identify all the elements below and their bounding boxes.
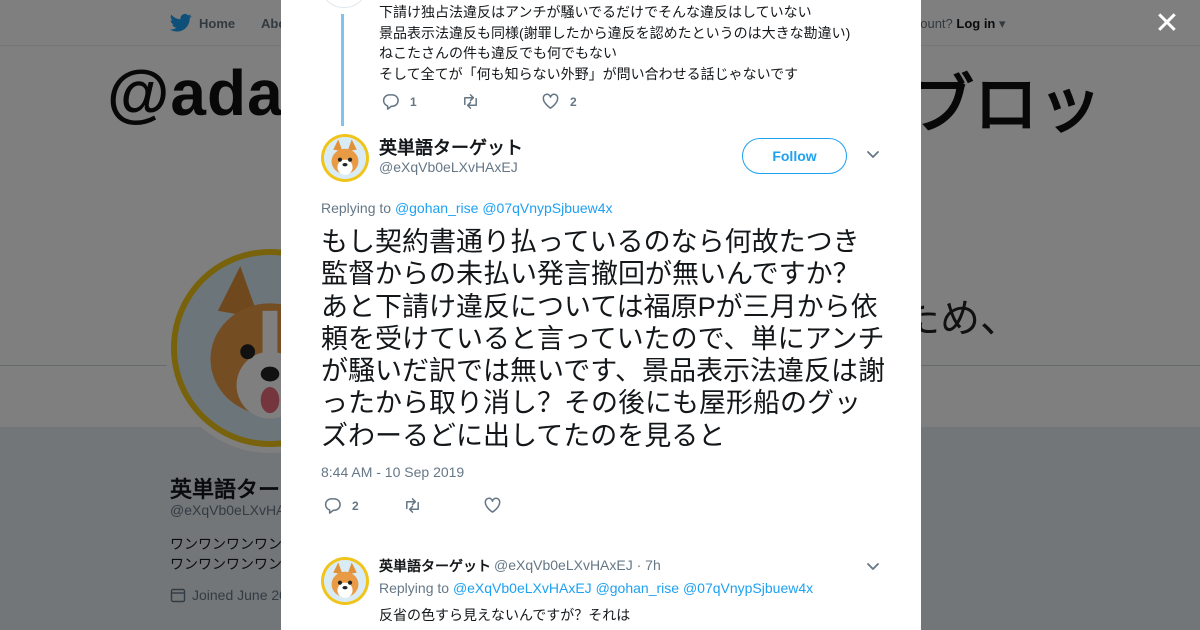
replying-to-prefix: Replying to <box>321 200 392 216</box>
retweet-icon <box>406 498 419 513</box>
like-button[interactable] <box>483 496 563 515</box>
mention-link[interactable]: @gohan_rise <box>596 580 680 596</box>
thread-connector <box>341 14 344 126</box>
reply-button[interactable]: 1 <box>381 92 461 111</box>
previous-tweet-actions: 1 2 <box>381 92 621 111</box>
previous-tweet-line: 景品表示法違反も同様(謝罪したから違反を認めたというのは大きな勘違い) <box>379 24 851 41</box>
tweet-actions: 2 <box>323 496 563 515</box>
previous-tweet-line: ねこたさんの件も違反でも何でもない <box>379 45 617 61</box>
mention-link[interactable]: @07qVnypSjbuew4x <box>683 580 813 596</box>
mention-link[interactable]: @07qVnypSjbuew4x <box>482 200 612 216</box>
chevron-down-icon[interactable] <box>865 146 881 167</box>
reply-count: 2 <box>352 498 359 513</box>
close-icon[interactable]: ✕ <box>1154 9 1180 39</box>
reply-tweet-text: 反省の色すら見えないんですが？それは <box>379 607 631 623</box>
corgi-avatar-icon <box>324 560 366 602</box>
reply-button[interactable]: 2 <box>323 496 403 515</box>
mention-link[interactable]: @eXqVb0eLXvHAxEJ <box>453 580 592 596</box>
reply-count: 1 <box>410 94 417 109</box>
avatar[interactable] <box>321 134 369 182</box>
previous-tweet-line: そして全てが「何も知らない外野」が問い合わせる話じゃないです <box>379 65 799 82</box>
replying-to: Replying to @eXqVb0eLXvHAxEJ @gohan_rise… <box>379 580 813 596</box>
previous-tweet-avatar <box>321 0 367 8</box>
retweet-icon <box>464 94 477 109</box>
chevron-down-icon[interactable] <box>865 558 881 579</box>
reply-icon <box>324 498 341 514</box>
like-count: 2 <box>570 94 577 109</box>
retweet-button[interactable] <box>461 92 541 111</box>
previous-tweet-text: 下請け独占法違反はアンチが騒いでるだけでそんな違反はしていない 景品表示法違反も… <box>379 2 850 84</box>
author-name[interactable]: 英単語ターゲット <box>379 134 523 160</box>
tweet-modal: 下請け独占法違反はアンチが騒いでるだけでそんな違反はしていない 景品表示法違反も… <box>281 0 921 630</box>
tweet-timestamp[interactable]: 8:44 AM - 10 Sep 2019 <box>321 464 464 480</box>
like-icon <box>542 93 559 109</box>
previous-tweet-line: 下請け独占法違反はアンチが騒いでるだけでそんな違反はしていない <box>379 4 812 20</box>
avatar[interactable] <box>321 557 369 605</box>
tweet-text: もし契約書通り払っているのなら何故たつき監督からの未払い発言撤回が無いんですか？… <box>321 227 886 451</box>
reply-author-name[interactable]: 英単語ターゲット <box>379 556 491 576</box>
corgi-avatar-icon <box>324 137 366 179</box>
like-button[interactable]: 2 <box>541 92 621 111</box>
mention-link[interactable]: @gohan_rise <box>395 200 479 216</box>
retweet-button[interactable] <box>403 496 483 515</box>
follow-button[interactable]: Follow <box>742 138 847 174</box>
author-handle[interactable]: @eXqVb0eLXvHAxEJ <box>379 159 518 175</box>
reply-icon <box>382 94 399 110</box>
replying-to-prefix: Replying to <box>379 580 450 596</box>
replying-to: Replying to @gohan_rise @07qVnypSjbuew4x <box>321 200 613 216</box>
like-icon <box>484 497 501 513</box>
reply-author-meta[interactable]: @eXqVb0eLXvHAxEJ · 7h <box>494 557 661 573</box>
